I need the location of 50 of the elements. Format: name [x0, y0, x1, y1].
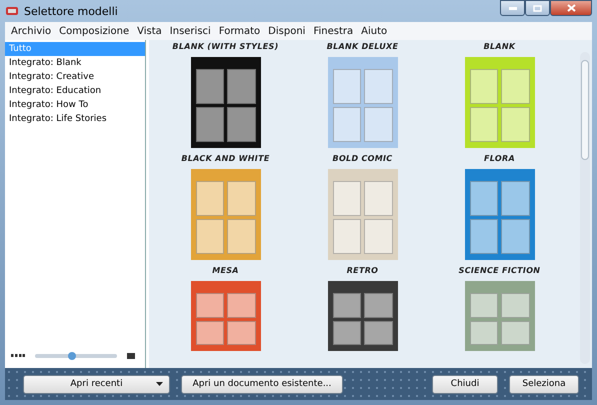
template-name: MESA	[212, 266, 239, 275]
caret-icon	[156, 382, 163, 386]
menu-item[interactable]: Composizione	[55, 26, 134, 36]
template-thumbnail[interactable]	[190, 169, 260, 260]
large-thumbnail-icon	[127, 353, 135, 359]
menu-item[interactable]: Finestra	[309, 26, 358, 36]
maximize-icon	[533, 4, 542, 12]
category-item[interactable]: Integrato: Education	[5, 84, 145, 98]
template-name: BLANK	[484, 42, 516, 51]
close-icon	[566, 4, 576, 12]
scrollbar[interactable]	[580, 52, 590, 364]
minimize-icon	[508, 6, 516, 10]
maximize-button[interactable]	[525, 0, 550, 16]
template-thumbnail[interactable]	[328, 57, 398, 148]
close-button[interactable]	[550, 0, 592, 16]
template-name: SCIENCE FICTION	[458, 266, 540, 275]
category-item[interactable]: Integrato: Blank	[5, 56, 145, 70]
menu-item[interactable]: Vista	[133, 26, 166, 36]
template-thumbnail[interactable]	[190, 57, 260, 148]
template-name: BOLD COMIC	[332, 154, 392, 163]
template-thumbnail[interactable]	[464, 57, 534, 148]
template-name: FLORA	[484, 154, 515, 163]
menu-item[interactable]: Aiuto	[357, 26, 392, 36]
scrollbar-thumb[interactable]	[581, 60, 589, 160]
dialog-button[interactable]: Chiudi	[432, 374, 498, 394]
template-thumbnail[interactable]	[328, 281, 398, 351]
menu-item[interactable]: Disponi	[264, 26, 310, 36]
slider-thumb[interactable]	[68, 352, 76, 360]
small-thumbnails-icon	[11, 354, 25, 358]
category-item[interactable]: Integrato: Life Stories	[5, 112, 145, 126]
template-thumbnail[interactable]	[328, 169, 398, 260]
minimize-button[interactable]	[500, 0, 525, 16]
template-thumbnail[interactable]	[464, 169, 534, 260]
template-thumbnail[interactable]	[190, 281, 260, 351]
template-name: RETRO	[346, 266, 378, 275]
category-item[interactable]: Integrato: How To	[5, 98, 145, 112]
template-thumbnail[interactable]	[464, 281, 534, 351]
dialog-button[interactable]: Seleziona	[509, 374, 579, 394]
dialog-button[interactable]: Apri recenti	[23, 374, 170, 394]
menu-item[interactable]: Archivio	[7, 26, 56, 36]
zoom-slider[interactable]	[35, 354, 117, 358]
template-name: BLACK AND WHITE	[181, 154, 270, 163]
app-icon	[5, 5, 19, 17]
category-item[interactable]: Integrato: Creative	[5, 70, 145, 84]
template-name: BLANK (WITH STYLES)	[172, 42, 279, 51]
dialog-button[interactable]: Apri un documento esistente...	[181, 374, 343, 394]
menu-item[interactable]: Formato	[214, 26, 264, 36]
menu-item[interactable]: Inserisci	[166, 26, 215, 36]
window-title: Selettore modelli	[24, 4, 119, 18]
template-name: BLANK DELUXE	[326, 42, 398, 51]
